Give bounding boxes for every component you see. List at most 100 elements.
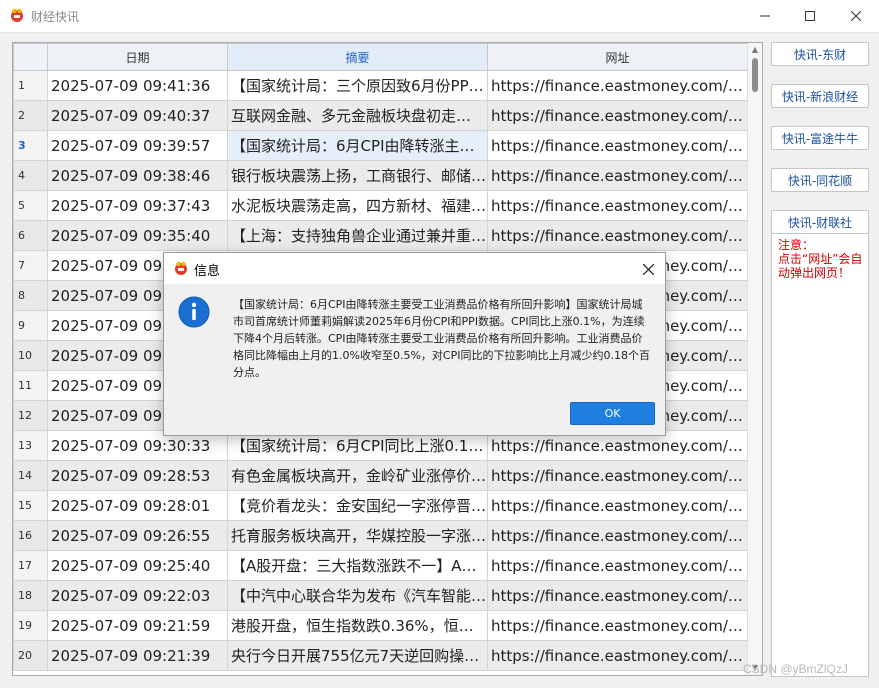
row-number: 17 — [13, 550, 48, 581]
scroll-thumb[interactable] — [752, 58, 758, 92]
cell-date[interactable]: 2025-07-09 09:25:40 — [47, 550, 228, 581]
row-number: 9 — [13, 310, 48, 341]
maximize-icon — [805, 11, 815, 21]
ok-button[interactable]: OK — [570, 402, 655, 425]
cell-date[interactable]: 2025-07-09 09:41:36 — [47, 70, 228, 101]
button-futu[interactable]: 快讯-富途牛牛 — [771, 126, 869, 150]
table-row[interactable]: 5 2025-07-09 09:37:43 水泥板块震荡走高，四方新材、福建… htt… — [13, 190, 748, 221]
table-row[interactable]: 1 2025-07-09 09:41:36 【国家统计局：三个原因致6月份PPI… h… — [13, 70, 748, 101]
cell-url[interactable]: https://finance.eastmoney.com/a… — [487, 640, 748, 671]
row-number: 20 — [13, 640, 48, 671]
button-tonghuashun[interactable]: 快讯-同花顺 — [771, 168, 869, 192]
table-row[interactable]: 2 2025-07-09 09:40:37 互联网金融、多元金融板块盘初走… http… — [13, 100, 748, 131]
row-number: 18 — [13, 580, 48, 611]
cell-summary[interactable]: 银行板块震荡上扬，工商银行、邮储… — [227, 160, 488, 191]
cell-url[interactable]: https://finance.eastmoney.com/a… — [487, 220, 748, 251]
column-header-url[interactable]: 网址 — [487, 43, 748, 71]
row-number: 12 — [13, 400, 48, 431]
dialog-title-bar: 信息 — [164, 253, 665, 284]
table-row[interactable]: 14 2025-07-09 09:28:53 有色金属板块高开，金岭矿业涨停价… ht… — [13, 460, 748, 491]
cell-summary[interactable]: 互联网金融、多元金融板块盘初走… — [227, 100, 488, 131]
column-header-summary[interactable]: 摘要 — [227, 43, 488, 71]
cell-summary[interactable]: 托育服务板块高开，华媒控股一字涨… — [227, 520, 488, 551]
table-row[interactable]: 16 2025-07-09 09:26:55 托育服务板块高开，华媒控股一字涨… ht… — [13, 520, 748, 551]
cell-date[interactable]: 2025-07-09 09:38:46 — [47, 160, 228, 191]
info-icon — [178, 296, 210, 328]
cell-summary[interactable]: 【国家统计局：三个原因致6月份PPI… — [227, 70, 488, 101]
close-button[interactable] — [833, 0, 879, 32]
cell-url[interactable]: https://finance.eastmoney.com/a… — [487, 550, 748, 581]
table-row[interactable]: 20 2025-07-09 09:21:39 央行今日开展755亿元7天逆回购操… h… — [13, 640, 748, 671]
cell-date[interactable]: 2025-07-09 09:37:43 — [47, 190, 228, 221]
cell-date[interactable]: 2025-07-09 09:21:39 — [47, 640, 228, 671]
minimize-icon — [760, 15, 770, 17]
row-number: 10 — [13, 340, 48, 371]
table-row[interactable]: 3 2025-07-09 09:39:57 【国家统计局：6月CPI由降转涨主… ht… — [13, 130, 748, 161]
row-number: 19 — [13, 610, 48, 641]
app-icon — [11, 8, 23, 22]
row-number: 7 — [13, 250, 48, 281]
cell-date[interactable]: 2025-07-09 09:28:53 — [47, 460, 228, 491]
cell-date[interactable]: 2025-07-09 09:22:03 — [47, 580, 228, 611]
notice-text: 注意： 点击“网址”会自动弹出网页！ — [778, 238, 863, 280]
row-number: 6 — [13, 220, 48, 251]
button-cailianshe[interactable]: 快讯-财联社 — [771, 210, 869, 234]
cell-summary[interactable]: 港股开盘，恒生指数跌0.36%，恒生… — [227, 610, 488, 641]
notice-box: 注意： 点击“网址”会自动弹出网页！ — [771, 233, 869, 677]
cell-date[interactable]: 2025-07-09 09:21:59 — [47, 610, 228, 641]
cell-url[interactable]: https://finance.eastmoney.com/a… — [487, 100, 748, 131]
header-row: 日期 摘要 网址 — [13, 43, 748, 71]
row-number: 16 — [13, 520, 48, 551]
cell-summary[interactable]: 【中汽中心联合华为发布《汽车智能… — [227, 580, 488, 611]
minimize-button[interactable] — [742, 0, 788, 32]
cell-summary[interactable]: 【国家统计局：6月CPI由降转涨主… — [227, 130, 488, 161]
row-number: 14 — [13, 460, 48, 491]
cell-url[interactable]: https://finance.eastmoney.com/a… — [487, 190, 748, 221]
cell-date[interactable]: 2025-07-09 09:40:37 — [47, 100, 228, 131]
cell-summary[interactable]: 有色金属板块高开，金岭矿业涨停价… — [227, 460, 488, 491]
cell-summary[interactable]: 【A股开盘：三大指数涨跌不一】A… — [227, 550, 488, 581]
info-dialog: 信息 【国家统计局：6月CPI由降转涨主要受工业消费品价格有所回升影响】国家统计… — [163, 252, 666, 436]
close-icon — [851, 11, 861, 21]
cell-summary[interactable]: 【上海：支持独角兽企业通过兼并重… — [227, 220, 488, 251]
button-sina[interactable]: 快讯-新浪财经 — [771, 84, 869, 108]
app-icon — [175, 261, 187, 275]
cell-url[interactable]: https://finance.eastmoney.com/a… — [487, 160, 748, 191]
cell-url[interactable]: https://finance.eastmoney.com/a… — [487, 490, 748, 521]
row-number: 2 — [13, 100, 48, 131]
cell-url[interactable]: https://finance.eastmoney.com/a… — [487, 580, 748, 611]
row-number: 13 — [13, 430, 48, 461]
vertical-scrollbar[interactable]: ▲ ▼ — [747, 43, 762, 675]
cell-summary[interactable]: 水泥板块震荡走高，四方新材、福建… — [227, 190, 488, 221]
button-eastmoney[interactable]: 快讯-东财 — [771, 42, 869, 66]
window-title: 财经快讯 — [31, 10, 80, 24]
cell-date[interactable]: 2025-07-09 09:35:40 — [47, 220, 228, 251]
cell-url[interactable]: https://finance.eastmoney.com/a… — [487, 610, 748, 641]
cell-date[interactable]: 2025-07-09 09:26:55 — [47, 520, 228, 551]
cell-summary[interactable]: 央行今日开展755亿元7天逆回购操… — [227, 640, 488, 671]
table-row[interactable]: 17 2025-07-09 09:25:40 【A股开盘：三大指数涨跌不一】A… ht… — [13, 550, 748, 581]
dialog-message: 【国家统计局：6月CPI由降转涨主要受工业消费品价格有所回升影响】国家统计局城市… — [233, 298, 650, 379]
title-bar: 财经快讯 — [0, 0, 879, 33]
table-row[interactable]: 4 2025-07-09 09:38:46 银行板块震荡上扬，工商银行、邮储… htt… — [13, 160, 748, 191]
cell-summary[interactable]: 【竞价看龙头：金安国纪一字涨停晋… — [227, 490, 488, 521]
column-header-date[interactable]: 日期 — [47, 43, 228, 71]
table-row[interactable]: 18 2025-07-09 09:22:03 【中汽中心联合华为发布《汽车智能… ht… — [13, 580, 748, 611]
row-number: 5 — [13, 190, 48, 221]
close-icon — [642, 263, 654, 275]
maximize-button[interactable] — [787, 0, 833, 32]
cell-date[interactable]: 2025-07-09 09:28:01 — [47, 490, 228, 521]
row-number: 8 — [13, 280, 48, 311]
cell-url[interactable]: https://finance.eastmoney.com/a… — [487, 520, 748, 551]
corner-header[interactable] — [13, 43, 48, 71]
dialog-close-button[interactable] — [638, 259, 658, 279]
cell-url[interactable]: https://finance.eastmoney.com/a… — [487, 70, 748, 101]
scroll-up-icon[interactable]: ▲ — [750, 45, 760, 55]
cell-url[interactable]: https://finance.eastmoney.com/a… — [487, 130, 748, 161]
table-row[interactable]: 15 2025-07-09 09:28:01 【竞价看龙头：金安国纪一字涨停晋… ht… — [13, 490, 748, 521]
cell-url[interactable]: https://finance.eastmoney.com/a… — [487, 460, 748, 491]
table-row[interactable]: 6 2025-07-09 09:35:40 【上海：支持独角兽企业通过兼并重… htt… — [13, 220, 748, 251]
cell-date[interactable]: 2025-07-09 09:39:57 — [47, 130, 228, 161]
dialog-title: 信息 — [194, 264, 221, 279]
table-row[interactable]: 19 2025-07-09 09:21:59 港股开盘，恒生指数跌0.36%，恒生…… — [13, 610, 748, 641]
